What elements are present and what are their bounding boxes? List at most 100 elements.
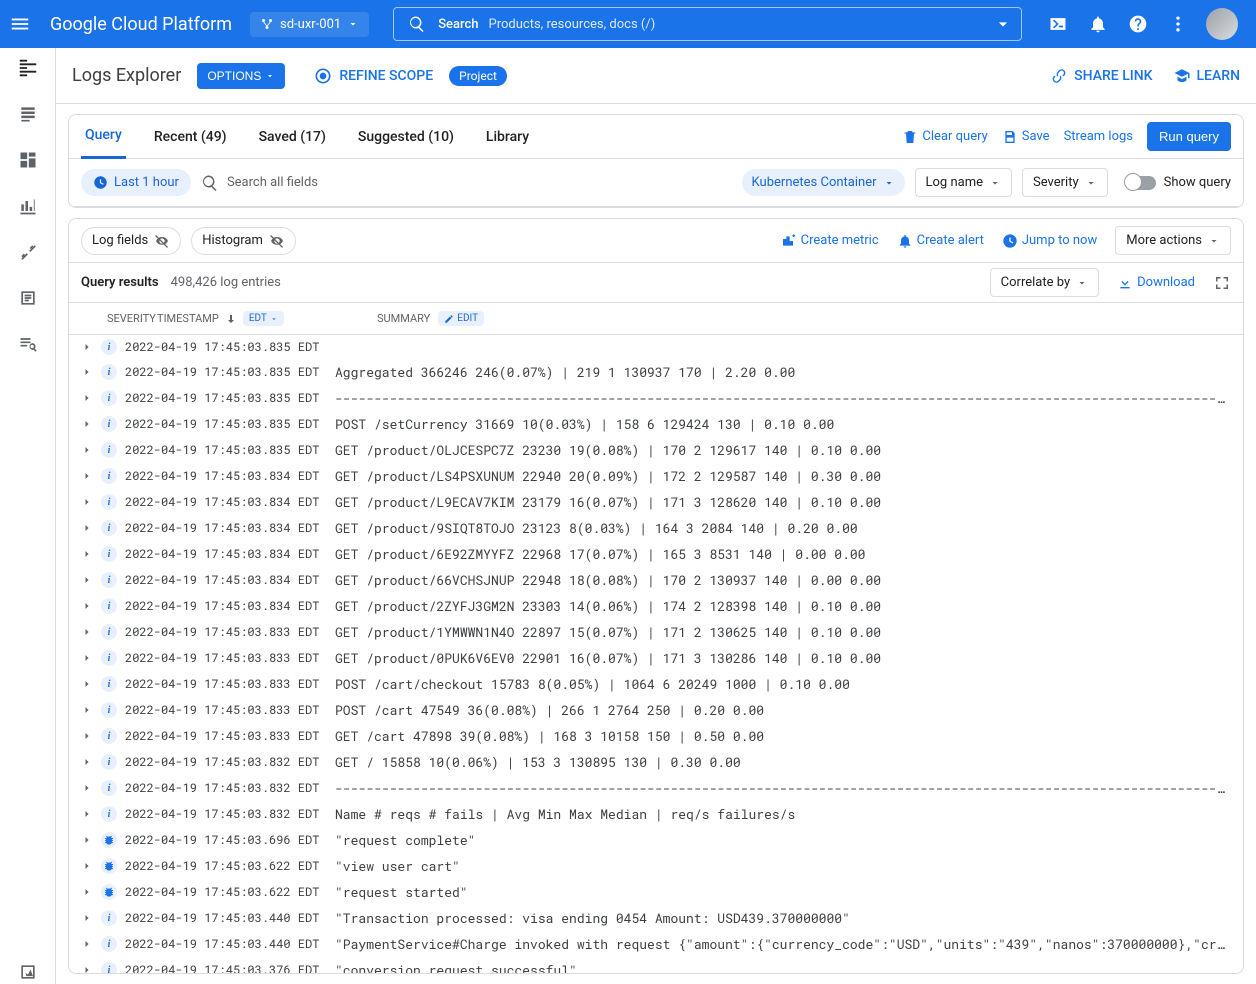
rail-search-list-icon[interactable] [16, 332, 40, 356]
jump-to-now-button[interactable]: Jump to now [1002, 233, 1097, 249]
expand-row-icon[interactable] [81, 600, 101, 612]
more-vert-icon[interactable] [1166, 12, 1190, 36]
run-query-button[interactable]: Run query [1147, 122, 1231, 151]
expand-row-icon[interactable] [81, 470, 101, 482]
log-row[interactable]: 2022-04-19 17:45:03.832 EDTGET / 15858 1… [69, 749, 1243, 775]
log-row[interactable]: 2022-04-19 17:45:03.833 EDTPOST /cart/ch… [69, 671, 1243, 697]
log-name-filter[interactable]: Log name [915, 168, 1012, 197]
log-row[interactable]: 2022-04-19 17:45:03.835 EDTAggregated 36… [69, 359, 1243, 385]
create-alert-button[interactable]: Create alert [897, 233, 984, 249]
expand-row-icon[interactable] [81, 496, 101, 508]
expand-row-icon[interactable] [81, 366, 101, 378]
share-link-button[interactable]: SHARE LINK [1050, 67, 1152, 85]
options-button[interactable]: OPTIONS [197, 63, 285, 89]
log-row[interactable]: 2022-04-19 17:45:03.834 EDTGET /product/… [69, 489, 1243, 515]
log-row[interactable]: 2022-04-19 17:45:03.622 EDT"request star… [69, 879, 1243, 905]
timezone-selector[interactable]: EDT [243, 311, 284, 326]
expand-row-icon[interactable] [81, 782, 101, 794]
log-row[interactable]: 2022-04-19 17:45:03.835 EDT-------------… [69, 385, 1243, 411]
sort-down-icon[interactable] [225, 313, 237, 325]
expand-row-icon[interactable] [81, 704, 101, 716]
rail-dashboard-icon[interactable] [16, 148, 40, 172]
log-row[interactable]: 2022-04-19 17:45:03.833 EDTPOST /cart 47… [69, 697, 1243, 723]
log-row[interactable]: 2022-04-19 17:45:03.834 EDTGET /product/… [69, 593, 1243, 619]
account-avatar[interactable] [1206, 8, 1238, 40]
log-row[interactable]: 2022-04-19 17:45:03.440 EDT"PaymentServi… [69, 931, 1243, 957]
notifications-icon[interactable] [1086, 12, 1110, 36]
chevron-down-icon[interactable] [993, 14, 1013, 34]
expand-row-icon[interactable] [81, 808, 101, 820]
expand-row-icon[interactable] [81, 444, 101, 456]
scope-pill[interactable]: Project [449, 66, 507, 86]
cloud-shell-icon[interactable] [1046, 12, 1070, 36]
log-fields-toggle[interactable]: Log fields [81, 227, 181, 255]
platform-name[interactable]: Google Cloud Platform [40, 14, 242, 35]
expand-row-icon[interactable] [81, 341, 101, 353]
expand-row-icon[interactable] [81, 938, 101, 950]
download-button[interactable]: Download [1117, 275, 1195, 291]
stream-logs-button[interactable]: Stream logs [1064, 129, 1133, 144]
log-row[interactable]: 2022-04-19 17:45:03.834 EDTGET /product/… [69, 463, 1243, 489]
expand-row-icon[interactable] [81, 678, 101, 690]
resource-filter[interactable]: Kubernetes Container [742, 169, 905, 196]
log-row[interactable]: 2022-04-19 17:45:03.835 EDT [69, 335, 1243, 359]
log-row[interactable]: 2022-04-19 17:45:03.832 EDT-------------… [69, 775, 1243, 801]
tab-library[interactable]: Library [482, 115, 533, 159]
log-row[interactable]: 2022-04-19 17:45:03.834 EDTGET /product/… [69, 515, 1243, 541]
fullscreen-icon[interactable] [1213, 274, 1231, 292]
save-query-button[interactable]: Save [1002, 129, 1050, 145]
col-timestamp[interactable]: TIMESTAMP [157, 312, 219, 325]
log-row[interactable]: 2022-04-19 17:45:03.833 EDTGET /product/… [69, 619, 1243, 645]
rail-overview-icon[interactable] [16, 56, 40, 80]
tab-saved[interactable]: Saved (17) [255, 115, 330, 159]
log-row[interactable]: 2022-04-19 17:45:03.833 EDTGET /cart 478… [69, 723, 1243, 749]
log-row[interactable]: 2022-04-19 17:45:03.832 EDTName # reqs #… [69, 801, 1243, 827]
expand-row-icon[interactable] [81, 756, 101, 768]
tab-suggested[interactable]: Suggested (10) [354, 115, 458, 159]
log-row[interactable]: 2022-04-19 17:45:03.833 EDTGET /product/… [69, 645, 1243, 671]
histogram-toggle[interactable]: Histogram [191, 227, 296, 255]
rail-logs-icon[interactable] [16, 102, 40, 126]
log-row[interactable]: 2022-04-19 17:45:03.834 EDTGET /product/… [69, 541, 1243, 567]
expand-row-icon[interactable] [81, 964, 101, 973]
severity-filter[interactable]: Severity [1022, 168, 1108, 197]
rail-router-icon[interactable] [16, 240, 40, 264]
edit-summary-button[interactable]: EDIT [438, 311, 484, 326]
col-severity[interactable]: SEVERITY [107, 312, 157, 325]
search-all-fields[interactable]: Search all fields [201, 174, 732, 192]
time-range-chip[interactable]: Last 1 hour [81, 169, 191, 196]
log-row[interactable]: 2022-04-19 17:45:03.835 EDTPOST /setCurr… [69, 411, 1243, 437]
tab-query[interactable]: Query [81, 115, 126, 159]
learn-button[interactable]: LEARN [1173, 67, 1241, 85]
correlate-by-dropdown[interactable]: Correlate by [990, 268, 1099, 297]
clear-query-button[interactable]: Clear query [902, 129, 987, 145]
expand-row-icon[interactable] [81, 912, 101, 924]
project-picker[interactable]: sd-uxr-001 [250, 12, 369, 37]
expand-row-icon[interactable] [81, 860, 101, 872]
tab-recent[interactable]: Recent (49) [150, 115, 231, 159]
show-query-toggle[interactable]: Show query [1126, 175, 1231, 190]
expand-row-icon[interactable] [81, 730, 101, 742]
rail-pin-icon[interactable] [16, 960, 40, 984]
expand-row-icon[interactable] [81, 626, 101, 638]
log-row[interactable]: 2022-04-19 17:45:03.622 EDT"view user ca… [69, 853, 1243, 879]
log-row[interactable]: 2022-04-19 17:45:03.440 EDT"Transaction … [69, 905, 1243, 931]
more-actions-dropdown[interactable]: More actions [1115, 226, 1231, 255]
global-search[interactable]: Search Products, resources, docs (/) [393, 7, 1022, 41]
expand-row-icon[interactable] [81, 392, 101, 404]
expand-row-icon[interactable] [81, 522, 101, 534]
nav-menu-icon[interactable] [8, 12, 32, 36]
expand-row-icon[interactable] [81, 652, 101, 664]
expand-row-icon[interactable] [81, 548, 101, 560]
log-row[interactable]: 2022-04-19 17:45:03.376 EDT"conversion r… [69, 957, 1243, 973]
log-row[interactable]: 2022-04-19 17:45:03.835 EDTGET /product/… [69, 437, 1243, 463]
rail-library-icon[interactable] [16, 286, 40, 310]
refine-scope-button[interactable]: REFINE SCOPE [313, 66, 433, 86]
log-row[interactable]: 2022-04-19 17:45:03.696 EDT"request comp… [69, 827, 1243, 853]
log-row[interactable]: 2022-04-19 17:45:03.834 EDTGET /product/… [69, 567, 1243, 593]
expand-row-icon[interactable] [81, 834, 101, 846]
create-metric-button[interactable]: Create metric [781, 233, 879, 249]
expand-row-icon[interactable] [81, 574, 101, 586]
help-icon[interactable] [1126, 12, 1150, 36]
expand-row-icon[interactable] [81, 418, 101, 430]
